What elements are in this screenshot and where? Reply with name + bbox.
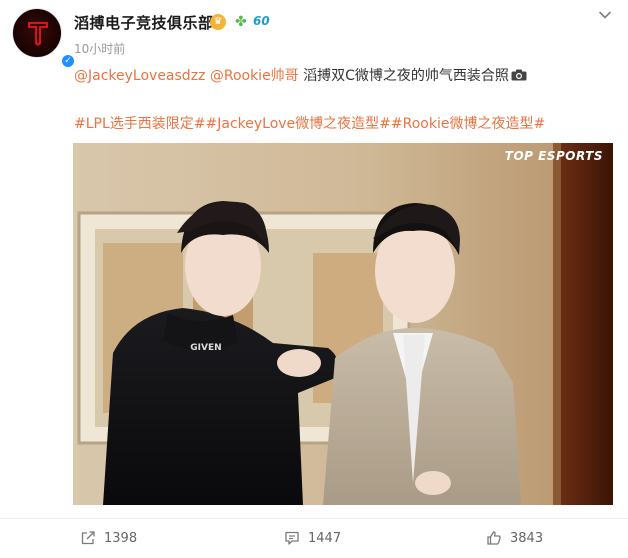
crown-badge-icon[interactable]: ♛ — [210, 14, 226, 30]
comment-icon — [285, 531, 299, 545]
hashtag-line[interactable]: #LPL选手西装限定##JackeyLove微博之夜造型##Rookie微博之夜… — [74, 114, 545, 134]
thumbs-up-icon — [487, 531, 501, 545]
svg-text:GIVEN: GIVEN — [190, 343, 221, 353]
like-count: 3843 — [510, 530, 544, 546]
mention-rookie[interactable]: @Rookie帅哥 — [210, 68, 299, 84]
like-button[interactable]: 3843 — [486, 528, 543, 548]
post-text: @JackeyLoveasdzz @Rookie帅哥 滔搏双C微博之夜的帅气西装… — [74, 66, 527, 86]
clover-icon[interactable]: ✤ — [235, 15, 249, 29]
photo-watermark: TOP ESPORTS — [504, 149, 603, 163]
share-icon — [81, 531, 95, 545]
team-logo-icon — [28, 22, 48, 46]
post-photo[interactable]: GIVEN TOP ESPORTS — [73, 143, 613, 505]
repost-button[interactable]: 1398 — [80, 528, 137, 548]
level-badge[interactable]: 60 — [253, 14, 270, 28]
author-name[interactable]: 滔搏电子竞技俱乐部 — [74, 12, 214, 33]
action-bar: 1398 1447 3843 — [0, 518, 628, 554]
avatar[interactable]: ✓ — [12, 8, 76, 69]
photo-image: GIVEN — [73, 143, 613, 505]
mention-jackeylove[interactable]: @JackeyLoveasdzz — [74, 68, 205, 84]
post-body-text: 滔搏双C微博之夜的帅气西装合照 — [298, 68, 509, 84]
repost-count: 1398 — [104, 530, 138, 546]
comment-count: 1447 — [308, 530, 342, 546]
comment-button[interactable]: 1447 — [284, 528, 341, 548]
chevron-down-icon[interactable] — [598, 8, 612, 22]
post-time[interactable]: 10小时前 — [74, 40, 125, 57]
camera-icon — [511, 69, 527, 81]
weibo-post-card: ✓ 滔搏电子竞技俱乐部 ♛ ✤ 60 10小时前 @JackeyLoveasdz… — [0, 0, 628, 558]
